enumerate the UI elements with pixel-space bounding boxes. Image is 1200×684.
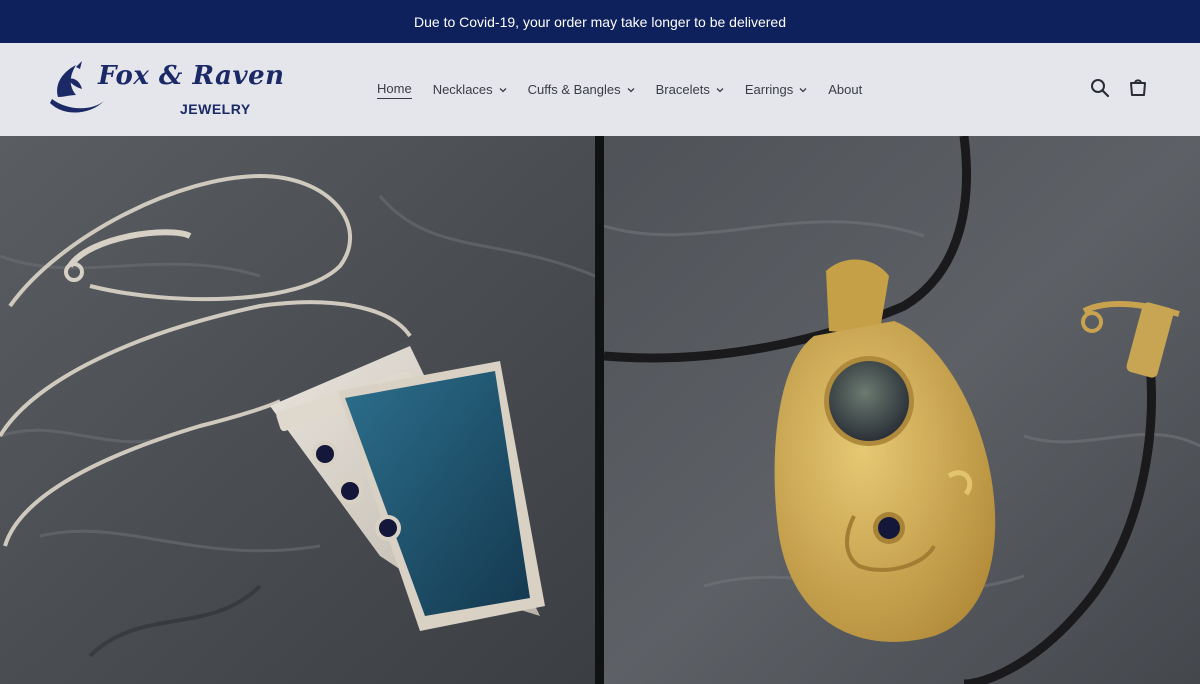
chevron-down-icon xyxy=(799,87,807,92)
fox-raven-logo-icon xyxy=(50,61,104,113)
hero-image-gold-pendant xyxy=(604,136,1200,684)
nav-label: Cuffs & Bangles xyxy=(527,82,621,97)
nav-item-about[interactable]: About xyxy=(828,82,862,97)
logo[interactable]: Fox & Raven JEWELRY xyxy=(46,57,284,121)
nav-item-home[interactable]: Home xyxy=(377,81,412,99)
chevron-down-icon xyxy=(716,87,724,92)
nav-label: About xyxy=(828,82,863,97)
silver-pendant-photo xyxy=(0,136,595,684)
hero-image-silver-pendant xyxy=(0,136,595,684)
announcement-bar: Due to Covid-19, your order may take lon… xyxy=(0,0,1200,43)
nav-item-bracelets[interactable]: Bracelets xyxy=(656,82,724,97)
hero-divider xyxy=(595,136,604,684)
nav-label: Necklaces xyxy=(432,82,493,97)
cart-icon[interactable] xyxy=(1127,77,1149,99)
search-icon[interactable] xyxy=(1089,77,1111,99)
logo-name: Fox & Raven xyxy=(98,61,285,91)
nav-item-necklaces[interactable]: Necklaces xyxy=(433,82,507,97)
nav-label: Earrings xyxy=(744,82,794,97)
logo-subtitle: JEWELRY xyxy=(180,101,251,117)
nav-item-earrings[interactable]: Earrings xyxy=(745,82,807,97)
nav-label: Home xyxy=(377,81,412,99)
gold-pendant-photo xyxy=(604,136,1200,684)
chevron-down-icon xyxy=(499,87,507,92)
site-header: Fox & Raven JEWELRY Home Necklaces Cuffs… xyxy=(0,43,1200,136)
header-icons xyxy=(1089,77,1149,99)
chevron-down-icon xyxy=(627,87,635,92)
nav-label: Bracelets xyxy=(655,82,710,97)
main-nav: Home Necklaces Cuffs & Bangles Bracelets… xyxy=(377,43,883,136)
nav-item-cuffs-bangles[interactable]: Cuffs & Bangles xyxy=(528,82,635,97)
announcement-text: Due to Covid-19, your order may take lon… xyxy=(414,13,786,30)
